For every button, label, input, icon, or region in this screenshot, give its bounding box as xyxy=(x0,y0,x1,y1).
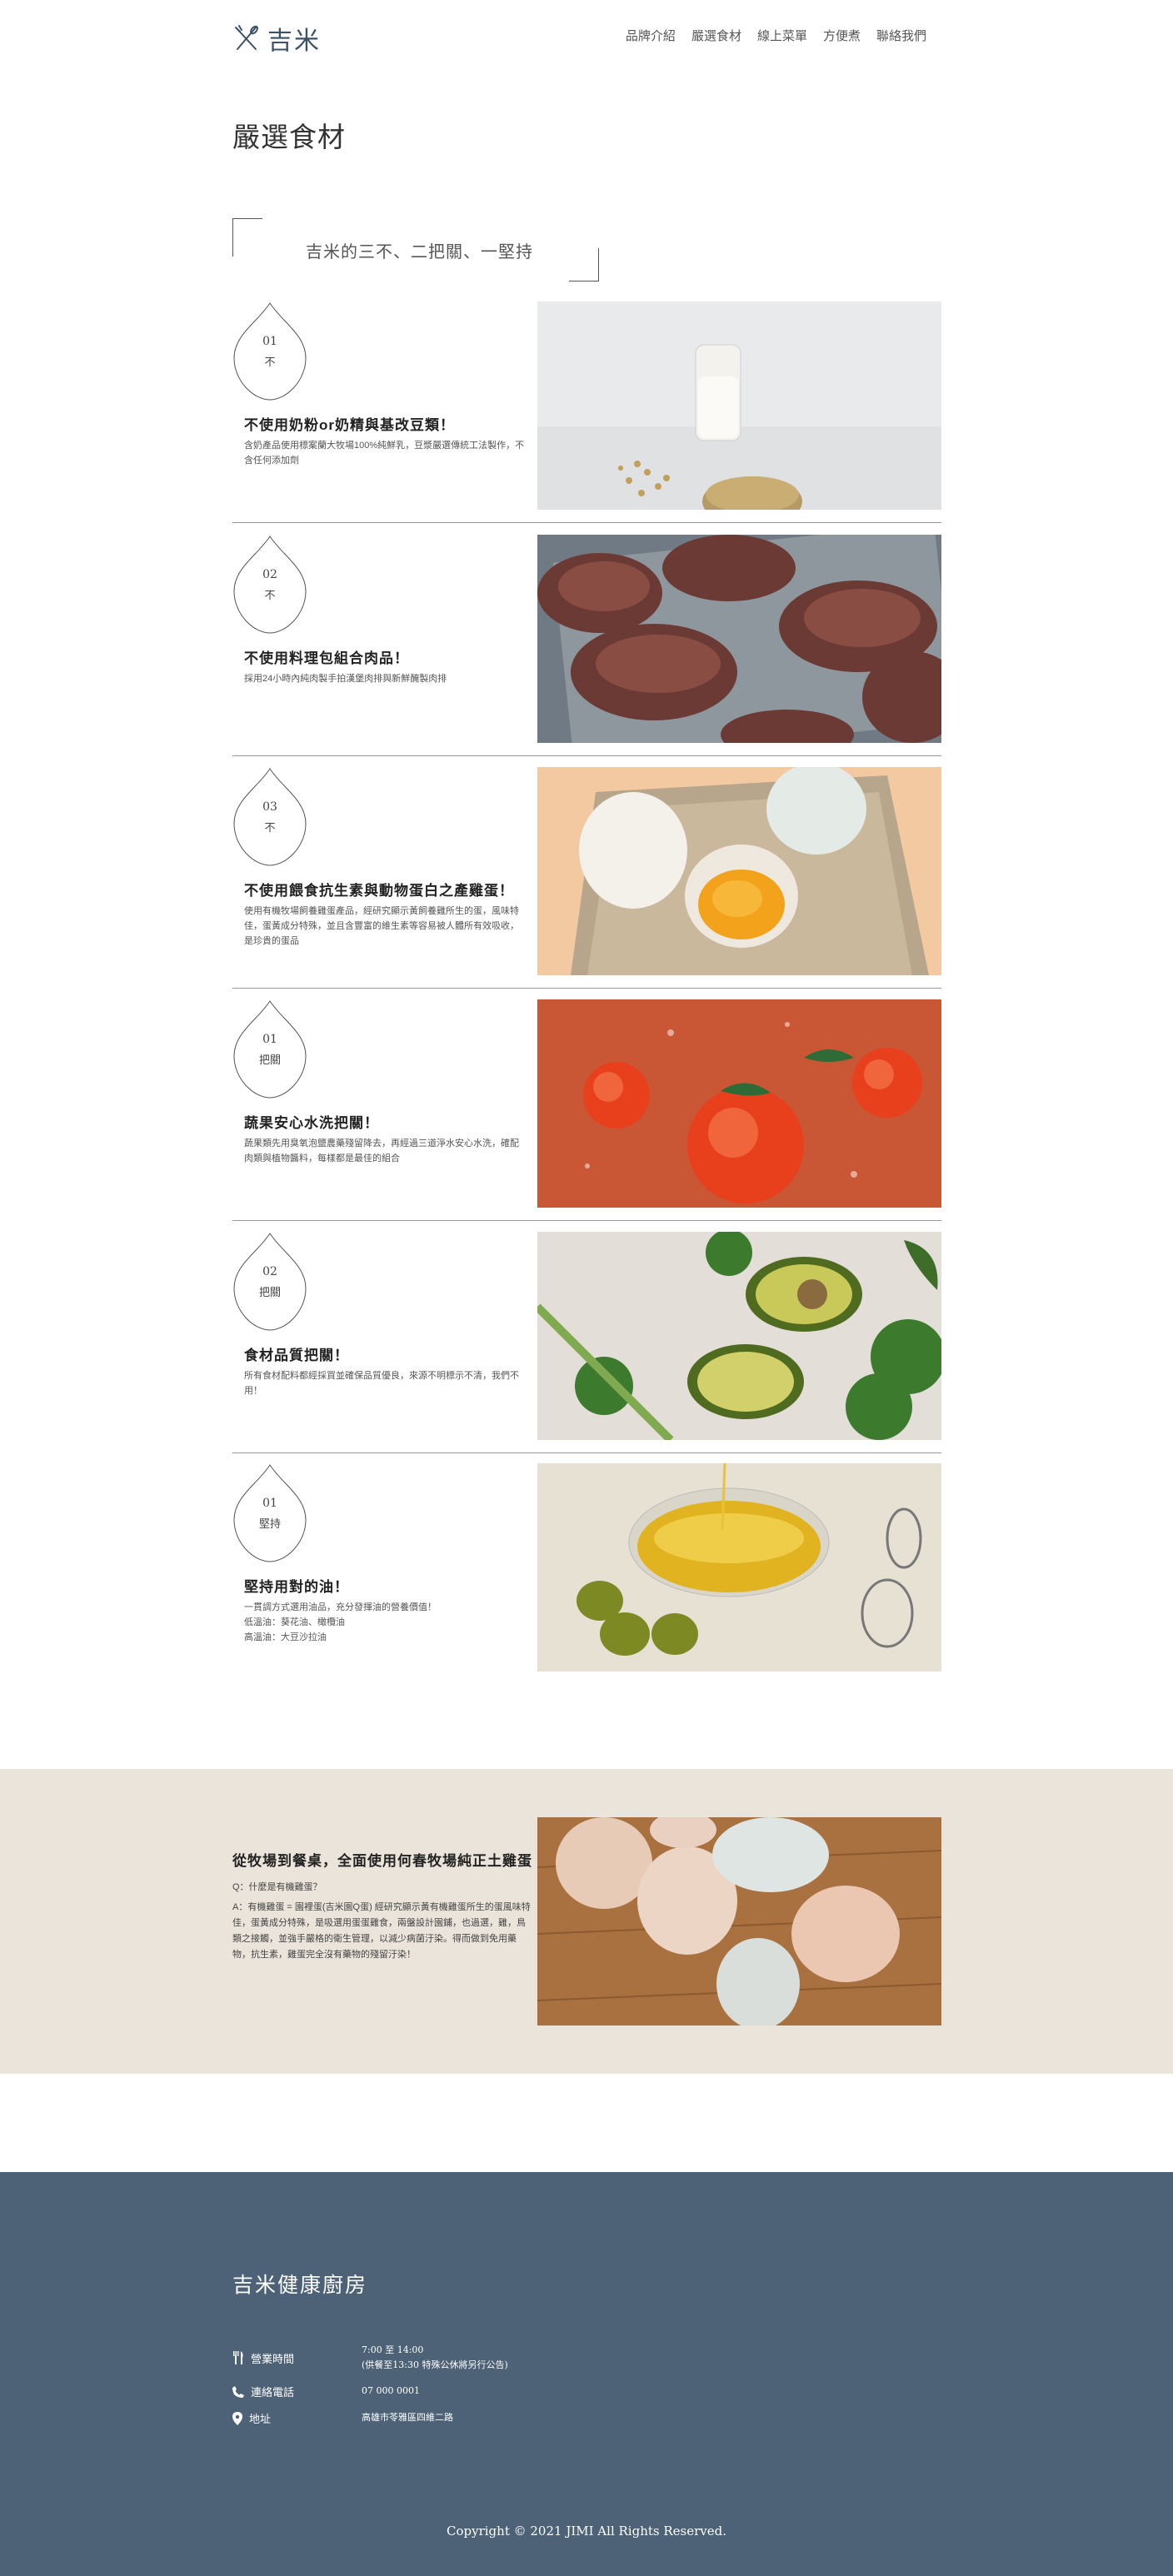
leaf-icon xyxy=(233,536,307,634)
olive-oil-photo xyxy=(537,1463,941,1672)
item-number: 01 xyxy=(262,1033,277,1046)
item-title: 不使用料理包組合肉品！ xyxy=(244,650,409,666)
item-title: 不使用奶粉or奶精與基改豆類！ xyxy=(244,417,455,433)
item-kind: 堅持 xyxy=(258,1517,281,1530)
leaf-badge: 01 堅持 xyxy=(232,1463,307,1563)
item-title: 不使用餵食抗生素與動物蛋白之產雞蛋！ xyxy=(244,883,514,899)
item-number: 01 xyxy=(262,335,277,348)
item-kind: 不 xyxy=(264,821,276,834)
divider xyxy=(232,522,941,523)
address-label-wrap: 地址 xyxy=(232,2410,362,2426)
address-value: 高雄市苓雅區四維二路 xyxy=(362,2412,453,2423)
divider xyxy=(232,1220,941,1221)
burger-patties-photo xyxy=(537,535,941,743)
divider xyxy=(232,988,941,989)
item-number: 01 xyxy=(262,1497,277,1510)
hours-line: 7:00 至 14:00 xyxy=(362,2344,424,2355)
bracket-top-left xyxy=(232,218,262,257)
item-kind: 把關 xyxy=(258,1054,281,1066)
nav-menu[interactable]: 線上菜單 xyxy=(757,27,807,44)
logo-text: 吉米 xyxy=(267,27,321,56)
nav-easy-cook[interactable]: 方便煮 xyxy=(823,27,861,44)
item-description: 使用有機牧場飼養雞蛋產品，經研究顯示黃飼養雞所生的蛋，風味特佳，蛋黃成分特殊，並… xyxy=(244,906,519,946)
hours-note: (供餐至13:30 特殊公休將另行公告) xyxy=(362,2359,508,2370)
item-number: 02 xyxy=(262,1265,277,1278)
vegetables-photo xyxy=(537,1232,941,1440)
leaf-icon xyxy=(233,1000,307,1099)
desc-line: 低溫油：葵花油、橄欖油 xyxy=(244,1617,345,1627)
feature-item: 03 不 不使用餵食抗生素與動物蛋白之產雞蛋！ 使用有機牧場飼養雞蛋產品，經研究… xyxy=(232,767,941,989)
item-kind: 不 xyxy=(264,356,276,368)
leaf-icon xyxy=(233,302,307,401)
footer-phone: 連絡電話 07 000 0001 xyxy=(232,2384,420,2399)
feature-item: 02 把關 食材品質把關！ 所有食材配料都經採買並確保品質優良，來源不明標示不清… xyxy=(232,1232,941,1453)
subtitle-block: 吉米的三不、二把關、一堅持 xyxy=(232,218,599,282)
item-description: 一貫調方式選用油品，充分發揮油的營養價值！ 低溫油：葵花油、橄欖油 高溫油：大豆… xyxy=(244,1600,527,1645)
item-number: 02 xyxy=(262,568,277,581)
leaf-badge: 01 不 xyxy=(232,301,307,401)
divider xyxy=(232,755,941,756)
nav-ingredients[interactable]: 嚴選食材 xyxy=(691,27,741,44)
item-description: 蔬果類先用臭氧泡鹽農藥殘留降去，再經過三道淨水安心水洗，確配肉類與植物醬料，每樣… xyxy=(244,1139,519,1163)
leaf-badge: 02 把關 xyxy=(232,1232,307,1332)
item-title: 堅持用對的油！ xyxy=(244,1579,349,1595)
egg-text-block: 從牧場到餐桌，全面使用何春牧場純正土雞蛋 Q：什麼是有機雞蛋？ A：有機雞蛋 =… xyxy=(232,1849,532,1963)
fork-knife-icon xyxy=(235,25,258,50)
subtitle: 吉米的三不、二把關、一堅持 xyxy=(306,243,533,262)
main-nav: 品牌介紹 嚴選食材 線上菜單 方便煮 聯絡我們 xyxy=(626,27,926,44)
desc-line: 一貫調方式選用油品，充分發揮油的營養價值！ xyxy=(244,1602,437,1612)
milk-soybeans-photo xyxy=(537,301,941,510)
item-description: 含奶產品使用標案蘭大牧場100%純鮮乳，豆漿嚴選傳統工法製作，不含任何添加劑 xyxy=(244,441,525,466)
site-logo[interactable]: 吉米 xyxy=(232,20,321,57)
feature-item: 02 不 不使用料理包組合肉品！ 採用24小時內純肉製手拍漢堡肉排與新鮮醃製肉排 xyxy=(232,535,941,756)
item-kind: 不 xyxy=(264,589,276,601)
leaf-icon xyxy=(233,1464,307,1562)
item-title: 蔬果安心水洗把關！ xyxy=(244,1115,379,1131)
hours-label: 營業時間 xyxy=(251,2352,295,2365)
footer-brand: 吉米健康廚房 xyxy=(232,2274,368,2297)
nav-brand[interactable]: 品牌介紹 xyxy=(626,27,676,44)
egg-question: Q：什麼是有機雞蛋？ xyxy=(232,1882,322,1892)
feature-item: 01 把關 蔬果安心水洗把關！ 蔬果類先用臭氧泡鹽農藥殘留降去，再經過三道淨水安… xyxy=(232,999,941,1221)
hours-label-wrap: 營業時間 xyxy=(232,2343,362,2373)
map-pin-icon xyxy=(232,2411,242,2425)
address-label: 地址 xyxy=(249,2413,272,2425)
copyright: Copyright © 2021 JIMI All Rights Reserve… xyxy=(447,2524,726,2539)
phone-icon xyxy=(232,2385,244,2398)
egg-section: 從牧場到餐桌，全面使用何春牧場純正土雞蛋 Q：什麼是有機雞蛋？ A：有機雞蛋 =… xyxy=(0,1769,1173,2074)
footer-address: 地址 高雄市苓雅區四維二路 xyxy=(232,2410,453,2426)
footer-hours: 營業時間 7:00 至 14:00 (供餐至13:30 特殊公休將另行公告) xyxy=(232,2343,508,2373)
item-number: 03 xyxy=(262,800,277,814)
item-description: 採用24小時內純肉製手拍漢堡肉排與新鮮醃製肉排 xyxy=(244,674,447,684)
egg-answer: A：有機雞蛋 = 園裡蛋(吉米園Q蛋) 經研究顯示黃有機雞蛋所生的蛋風味特佳，蛋… xyxy=(232,1902,531,1960)
eggs-carton-photo xyxy=(537,767,941,975)
leaf-badge: 03 不 xyxy=(232,767,307,867)
leaf-badge: 02 不 xyxy=(232,535,307,635)
divider xyxy=(232,1452,941,1453)
utensils-icon xyxy=(233,2351,243,2364)
tomatoes-water-photo xyxy=(537,999,941,1208)
item-description: 所有食材配料都經採買並確保品質優良，來源不明標示不清，我們不用！ xyxy=(244,1371,519,1396)
site-footer: 吉米健康廚房 營業時間 7:00 至 14:00 (供餐至13:30 特殊公休將… xyxy=(0,2172,1173,2576)
eggs-photo xyxy=(537,1817,941,2025)
feature-item: 01 不 不使用奶粉or奶精與基改豆類！ 含奶產品使用標案蘭大牧場100%純鮮乳… xyxy=(232,301,941,523)
egg-section-title: 從牧場到餐桌，全面使用何春牧場純正土雞蛋 xyxy=(232,1853,532,1869)
phone-value[interactable]: 07 000 0001 xyxy=(362,2384,420,2399)
nav-contact[interactable]: 聯絡我們 xyxy=(876,27,926,44)
item-kind: 把關 xyxy=(258,1286,281,1298)
site-header: 吉米 品牌介紹 嚴選食材 線上菜單 方便煮 聯絡我們 xyxy=(0,0,1173,68)
item-title: 食材品質把關！ xyxy=(244,1348,349,1363)
leaf-icon xyxy=(233,768,307,866)
desc-line: 高溫油：大豆沙拉油 xyxy=(244,1632,327,1642)
hours-value: 7:00 至 14:00 (供餐至13:30 特殊公休將另行公告) xyxy=(362,2343,508,2373)
leaf-badge: 01 把關 xyxy=(232,999,307,1099)
phone-label-wrap: 連絡電話 xyxy=(232,2384,362,2399)
phone-label: 連絡電話 xyxy=(251,2386,295,2399)
leaf-icon xyxy=(233,1233,307,1331)
bracket-bottom-right xyxy=(569,248,599,282)
page-title: 嚴選食材 xyxy=(232,121,346,153)
feature-item: 01 堅持 堅持用對的油！ 一貫調方式選用油品，充分發揮油的營養價值！ 低溫油：… xyxy=(232,1463,941,1672)
